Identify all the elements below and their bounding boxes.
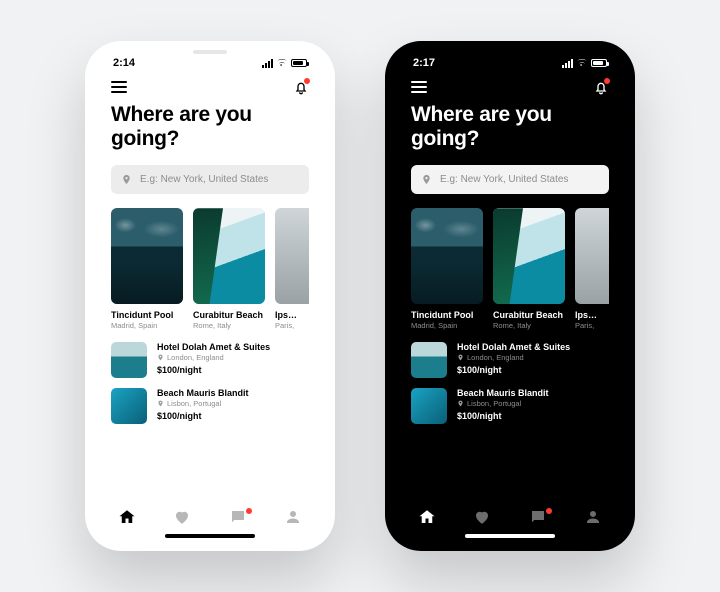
content: Where are you going? E.g: New York, Unit… — [95, 99, 325, 500]
wifi-icon — [276, 59, 288, 68]
notification-dot — [546, 508, 552, 514]
destination-scroller[interactable]: Tincidunt Pool Madrid, Spain Curabitur B… — [111, 208, 309, 330]
destination-card[interactable]: Curabitur Beach Rome, Italy — [193, 208, 265, 330]
top-bar — [395, 69, 625, 99]
destination-title: Tincidunt Pool — [111, 310, 183, 320]
menu-button[interactable] — [111, 81, 127, 93]
hotel-price: $100/night — [457, 411, 549, 421]
location-pin-icon — [157, 400, 164, 407]
destination-title: Ipsum — [575, 310, 601, 320]
status-time: 2:17 — [413, 57, 435, 69]
menu-button[interactable] — [411, 81, 427, 93]
destination-sub: Rome, Italy — [493, 321, 565, 330]
tab-favorites[interactable] — [162, 508, 202, 526]
destination-title: Curabitur Beach — [193, 310, 265, 320]
hotel-location: Lisbon, Portugal — [457, 399, 549, 408]
notifications-button[interactable] — [293, 79, 309, 95]
screen: 2:14 Where are you going? E.g: New York,… — [95, 51, 325, 541]
hotel-thumb — [411, 342, 447, 378]
tab-chat[interactable] — [518, 508, 558, 526]
hotel-location: London, England — [457, 353, 570, 362]
page-title: Where are you going? — [111, 103, 309, 151]
destination-card[interactable]: Ipsum Paris, — [575, 208, 601, 330]
phone-dark: 2:17 Where are you going? E.g: New York,… — [385, 41, 635, 551]
destination-image — [411, 208, 483, 304]
search-placeholder: E.g: New York, United States — [140, 174, 268, 185]
location-pin-icon — [457, 354, 464, 361]
location-pin-icon — [121, 174, 132, 185]
tab-profile[interactable] — [573, 508, 613, 526]
battery-icon — [291, 59, 307, 67]
search-input[interactable]: E.g: New York, United States — [111, 165, 309, 194]
hotel-list: Hotel Dolah Amet & Suites London, Englan… — [411, 342, 609, 424]
notch — [450, 41, 570, 63]
hotel-location: Lisbon, Portugal — [157, 399, 249, 408]
location-pin-icon — [457, 400, 464, 407]
hotel-thumb — [111, 342, 147, 378]
home-indicator — [165, 534, 255, 538]
destination-title: Ipsum — [275, 310, 301, 320]
tab-bar — [395, 500, 625, 530]
destination-image — [193, 208, 265, 304]
notch — [150, 41, 270, 63]
destination-card[interactable]: Tincidunt Pool Madrid, Spain — [411, 208, 483, 330]
page-title: Where are you going? — [411, 103, 609, 151]
tab-favorites[interactable] — [462, 508, 502, 526]
hotel-name: Hotel Dolah Amet & Suites — [457, 342, 570, 352]
tab-bar — [95, 500, 325, 530]
search-input[interactable]: E.g: New York, United States — [411, 165, 609, 194]
destination-sub: Madrid, Spain — [411, 321, 483, 330]
destination-card[interactable]: Curabitur Beach Rome, Italy — [493, 208, 565, 330]
location-pin-icon — [157, 354, 164, 361]
tab-home[interactable] — [107, 508, 147, 526]
hotel-location: London, England — [157, 353, 270, 362]
status-time: 2:14 — [113, 57, 135, 69]
content: Where are you going? E.g: New York, Unit… — [395, 99, 625, 500]
location-pin-icon — [421, 174, 432, 185]
top-bar — [95, 69, 325, 99]
hotel-name: Beach Mauris Blandit — [457, 388, 549, 398]
destination-image — [275, 208, 309, 304]
list-item[interactable]: Beach Mauris Blandit Lisbon, Portugal $1… — [411, 388, 609, 424]
hotel-price: $100/night — [157, 365, 270, 375]
tab-home[interactable] — [407, 508, 447, 526]
destination-card[interactable]: Tincidunt Pool Madrid, Spain — [111, 208, 183, 330]
home-indicator — [465, 534, 555, 538]
destination-sub: Rome, Italy — [193, 321, 265, 330]
notification-dot — [604, 78, 610, 84]
destination-sub: Paris, — [275, 321, 301, 330]
list-item[interactable]: Hotel Dolah Amet & Suites London, Englan… — [111, 342, 309, 378]
hotel-price: $100/night — [157, 411, 249, 421]
tab-chat[interactable] — [218, 508, 258, 526]
hotel-name: Beach Mauris Blandit — [157, 388, 249, 398]
list-item[interactable]: Hotel Dolah Amet & Suites London, Englan… — [411, 342, 609, 378]
destination-title: Tincidunt Pool — [411, 310, 483, 320]
list-item[interactable]: Beach Mauris Blandit Lisbon, Portugal $1… — [111, 388, 309, 424]
tab-profile[interactable] — [273, 508, 313, 526]
hotel-list: Hotel Dolah Amet & Suites London, Englan… — [111, 342, 309, 424]
destination-image — [575, 208, 609, 304]
destination-sub: Madrid, Spain — [111, 321, 183, 330]
destination-card[interactable]: Ipsum Paris, — [275, 208, 301, 330]
wifi-icon — [576, 59, 588, 68]
hotel-thumb — [111, 388, 147, 424]
notification-dot — [246, 508, 252, 514]
phone-light: 2:14 Where are you going? E.g: New York,… — [85, 41, 335, 551]
hotel-thumb — [411, 388, 447, 424]
screen: 2:17 Where are you going? E.g: New York,… — [395, 51, 625, 541]
search-placeholder: E.g: New York, United States — [440, 174, 568, 185]
destination-sub: Paris, — [575, 321, 601, 330]
battery-icon — [591, 59, 607, 67]
destination-title: Curabitur Beach — [493, 310, 565, 320]
destination-image — [493, 208, 565, 304]
hotel-price: $100/night — [457, 365, 570, 375]
hotel-name: Hotel Dolah Amet & Suites — [157, 342, 270, 352]
destination-image — [111, 208, 183, 304]
destination-scroller[interactable]: Tincidunt Pool Madrid, Spain Curabitur B… — [411, 208, 609, 330]
notifications-button[interactable] — [593, 79, 609, 95]
notification-dot — [304, 78, 310, 84]
